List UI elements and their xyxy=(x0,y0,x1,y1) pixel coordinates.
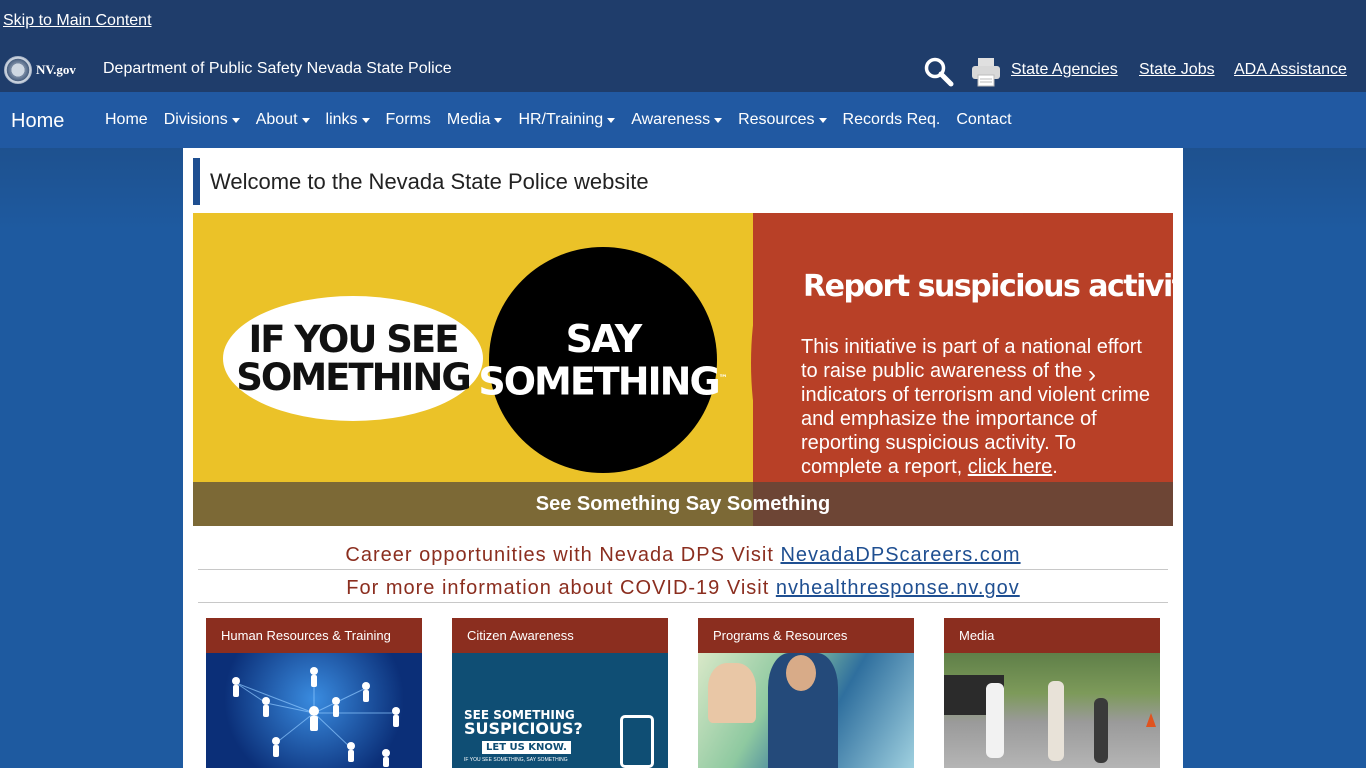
caret-down-icon xyxy=(301,117,310,123)
caret-down-icon xyxy=(818,117,827,123)
banner-oval: IF YOU SEE SOMETHING xyxy=(223,296,483,421)
person-graphic xyxy=(708,663,756,723)
career-info: Career opportunities with Nevada DPS Vis… xyxy=(198,544,1168,570)
nav-item-forms[interactable]: Forms xyxy=(386,111,431,129)
nav-item-resources[interactable]: Resources xyxy=(738,111,827,129)
nav-menu: Home Divisions About links Forms Media HR/Trai… xyxy=(105,111,1028,129)
report-heading: Report suspicious activity. xyxy=(803,269,1173,304)
nav-item-label: links xyxy=(325,111,358,128)
search-icon[interactable] xyxy=(923,56,955,88)
caret-down-icon xyxy=(494,117,503,123)
nav-item-label: Forms xyxy=(385,111,431,128)
nav-item-label: Contact xyxy=(956,111,1012,128)
image-text-4: IF YOU SEE SOMETHING, SAY SOMETHING xyxy=(464,757,568,763)
network-people-image xyxy=(206,653,422,768)
circle-line-2-text: SOMETHING xyxy=(478,359,720,404)
card-programs-resources[interactable]: Programs & Resources xyxy=(698,618,914,768)
skip-to-main-link[interactable]: Skip to Main Content xyxy=(3,12,152,30)
nav-item-label: Awareness xyxy=(631,111,711,128)
nav-item-awareness[interactable]: Awareness xyxy=(631,111,723,129)
card-title: Programs & Resources xyxy=(698,618,914,653)
nav-item-label: Divisions xyxy=(163,111,228,128)
card-title: Media xyxy=(944,618,1160,653)
nav-item-label: Records Req. xyxy=(842,111,941,128)
caret-down-icon xyxy=(231,117,240,123)
nav-item-label: Media xyxy=(446,111,491,128)
card-title: Citizen Awareness xyxy=(452,618,668,653)
nv-gov-logo-text: NV.gov xyxy=(36,62,76,77)
person-graphic xyxy=(1094,698,1108,763)
nav-item-home[interactable]: Home xyxy=(105,111,148,129)
reporter-graphic xyxy=(1048,681,1064,761)
phone-graphic xyxy=(620,715,654,768)
nav-item-label: Resources xyxy=(738,111,815,128)
covid-link[interactable]: nvhealthresponse.nv.gov xyxy=(776,577,1020,599)
report-end: . xyxy=(1052,456,1058,478)
next-arrow-icon[interactable]: › xyxy=(1088,361,1096,389)
nav-item-about[interactable]: About xyxy=(256,111,310,129)
nav-item-links[interactable]: links xyxy=(326,111,370,129)
report-paragraph: This initiative is part of a national ef… xyxy=(801,335,1153,479)
network-graphic xyxy=(232,667,400,767)
nav-item-hr-training[interactable]: HR/Training xyxy=(518,111,616,129)
printer-icon[interactable] xyxy=(970,56,1002,88)
nv-gov-logo[interactable]: NV.gov xyxy=(4,56,76,84)
nav-item-label: About xyxy=(255,111,298,128)
careers-link[interactable]: NevadaDPScareers.com xyxy=(780,544,1020,566)
banner-caption: See Something Say Something xyxy=(193,482,1173,526)
circle-line-2: SOMETHING™ xyxy=(478,359,728,404)
covid-info: For more information about COVID-19 Visi… xyxy=(198,577,1168,603)
nv-seal-icon xyxy=(4,56,32,84)
main-nav: Home Home Divisions About links Forms Media HR… xyxy=(0,92,1366,148)
cameraman-graphic xyxy=(986,683,1004,758)
banner-circle: SAY SOMETHING™ xyxy=(478,247,728,473)
traffic-cone-graphic xyxy=(1146,713,1156,727)
department-title: Department of Public Safety Nevada State… xyxy=(103,60,452,77)
top-bar: Skip to Main Content NV.gov Department o… xyxy=(0,0,1366,92)
report-click-here-link[interactable]: click here xyxy=(968,456,1052,478)
ada-assistance-link[interactable]: ADA Assistance xyxy=(1234,61,1347,79)
nav-item-contact[interactable]: Contact xyxy=(956,111,1011,129)
nav-item-media[interactable]: Media xyxy=(447,111,503,129)
nav-item-records-req[interactable]: Records Req. xyxy=(843,111,941,129)
people-studying-image xyxy=(698,653,914,768)
main-content: Welcome to the Nevada State Police websi… xyxy=(183,148,1183,768)
nav-item-divisions[interactable]: Divisions xyxy=(164,111,240,129)
image-text-3: LET US KNOW. xyxy=(482,741,571,754)
state-agencies-link[interactable]: State Agencies xyxy=(1011,61,1118,79)
media-interview-image xyxy=(944,653,1160,768)
caret-down-icon xyxy=(607,117,616,123)
card-citizen-awareness[interactable]: Citizen Awareness SEE SOMETHING SUSPICIO… xyxy=(452,618,668,768)
person-face-graphic xyxy=(786,655,816,691)
image-text-2: SUSPICIOUS? xyxy=(464,719,583,738)
oval-line-1: IF YOU SEE xyxy=(248,317,460,361)
card-hr-training[interactable]: Human Resources & Training xyxy=(206,618,422,768)
nav-item-label: HR/Training xyxy=(518,111,604,128)
nav-item-label: Home xyxy=(105,111,148,128)
see-something-banner[interactable]: IF YOU SEE SOMETHING SAY SOMETHING™ Repo… xyxy=(193,213,1173,526)
page-title: Welcome to the Nevada State Police websi… xyxy=(193,158,649,205)
oval-line-2: SOMETHING xyxy=(236,355,472,399)
caret-down-icon xyxy=(361,117,370,123)
career-text: Career opportunities with Nevada DPS Vis… xyxy=(345,544,774,566)
caret-down-icon xyxy=(714,117,723,123)
card-media[interactable]: Media xyxy=(944,618,1160,768)
trademark-symbol: ™ xyxy=(718,373,728,384)
state-jobs-link[interactable]: State Jobs xyxy=(1139,61,1215,79)
see-something-suspicious-image: SEE SOMETHING SUSPICIOUS? LET US KNOW. I… xyxy=(452,653,668,768)
covid-text: For more information about COVID-19 Visi… xyxy=(346,577,770,599)
card-title: Human Resources & Training xyxy=(206,618,422,653)
circle-line-1: SAY xyxy=(565,316,643,361)
nav-brand-home[interactable]: Home xyxy=(11,110,64,133)
